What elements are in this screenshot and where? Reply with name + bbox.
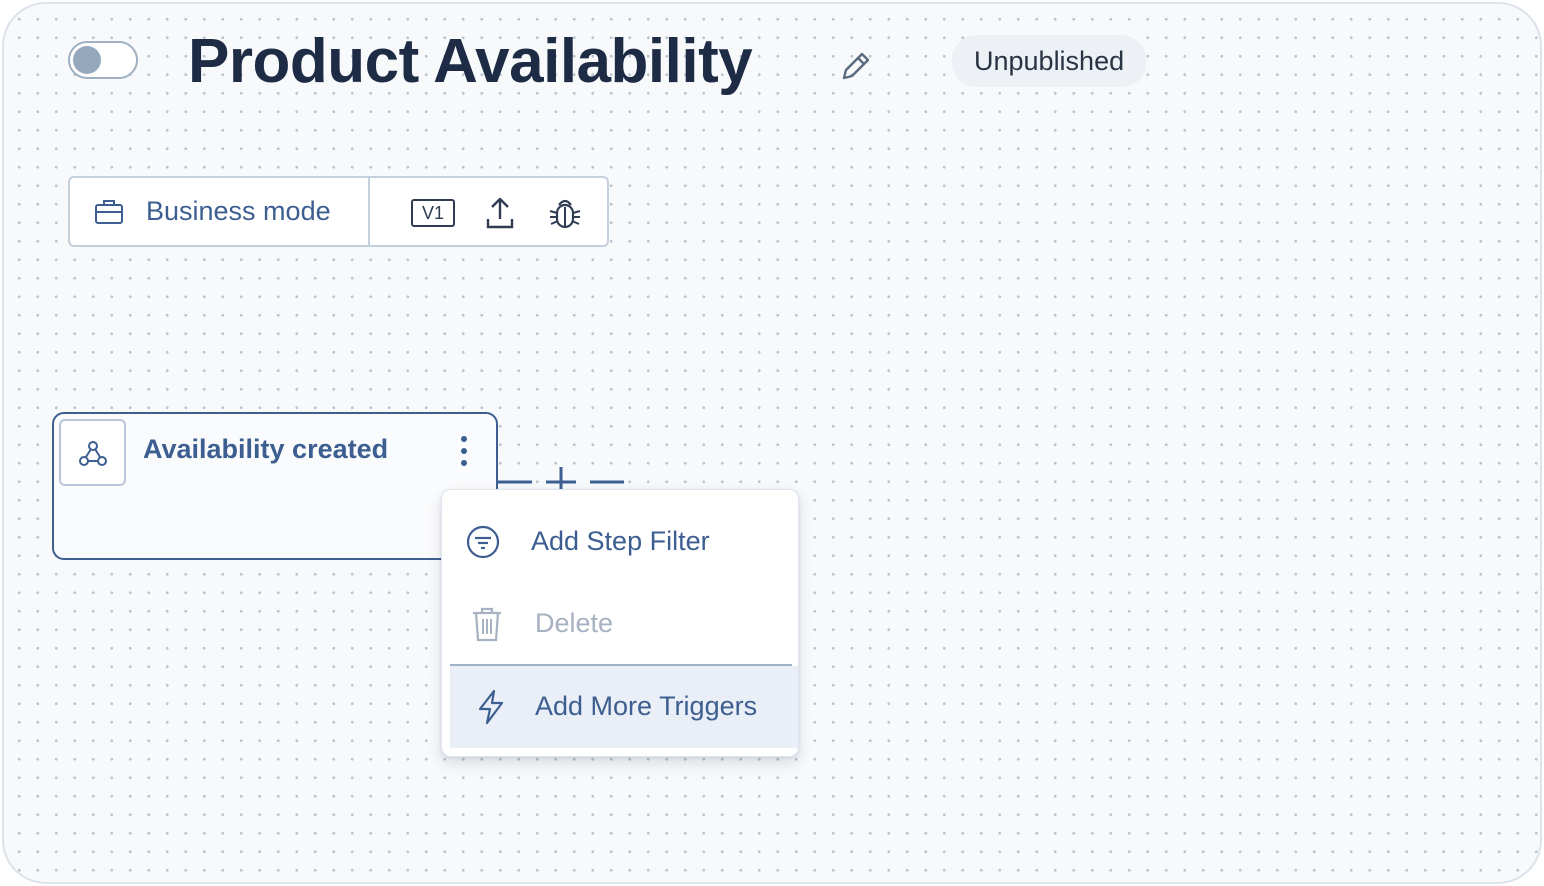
trash-icon xyxy=(473,607,501,642)
filter-icon xyxy=(466,525,500,559)
menu-item-label: Add Step Filter xyxy=(531,526,710,556)
node-context-menu: Add Step Filter Delete Add More Triggers xyxy=(441,489,799,757)
menu-item-label: Add More Triggers xyxy=(535,691,758,721)
workflow-active-toggle[interactable] xyxy=(68,41,138,79)
status-badge: Unpublished xyxy=(952,35,1147,87)
menu-item-add-more-triggers[interactable]: Add More Triggers xyxy=(450,666,798,748)
lightning-icon xyxy=(478,689,504,725)
workflow-toolbar: Business mode V1 xyxy=(68,176,609,247)
workflow-canvas[interactable]: Product Availability Unpublished Busines… xyxy=(2,2,1542,884)
add-step-connector[interactable] xyxy=(498,466,628,490)
business-mode-button[interactable]: Business mode xyxy=(70,178,370,245)
version-button[interactable]: V1 xyxy=(411,199,455,227)
node-title: Availability created xyxy=(143,434,389,464)
bug-icon[interactable] xyxy=(548,195,582,231)
kebab-menu-icon[interactable] xyxy=(454,434,474,468)
menu-item-add-step-filter[interactable]: Add Step Filter xyxy=(442,512,798,572)
business-mode-label: Business mode xyxy=(146,196,331,226)
webhook-icon xyxy=(78,440,107,466)
node-icon-box xyxy=(59,419,126,486)
trigger-node[interactable]: Availability created xyxy=(52,412,498,560)
upload-icon[interactable] xyxy=(484,195,516,231)
menu-item-delete: Delete xyxy=(442,594,798,654)
toggle-knob xyxy=(73,46,101,74)
page-title: Product Availability xyxy=(188,27,753,96)
pencil-icon[interactable] xyxy=(838,48,874,84)
menu-item-label: Delete xyxy=(535,608,614,638)
briefcase-icon xyxy=(95,199,123,224)
